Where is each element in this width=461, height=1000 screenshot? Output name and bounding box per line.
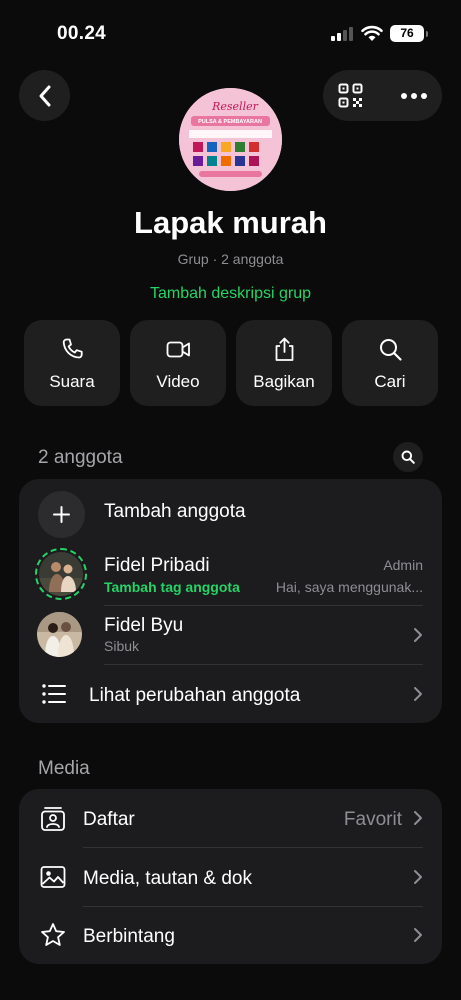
- member-name: Fidel Byu: [104, 615, 184, 636]
- view-member-changes-label: Lihat perubahan anggota: [89, 685, 301, 706]
- member-search-button[interactable]: [393, 442, 423, 472]
- media-section-title: Media: [38, 758, 90, 779]
- qr-code-icon[interactable]: [338, 83, 363, 108]
- search-icon: [380, 339, 402, 361]
- chevron-right-icon: [414, 811, 422, 825]
- cellular-signal-icon: [331, 27, 353, 41]
- video-call-button[interactable]: Video: [130, 320, 226, 406]
- media-card: Daftar Favorit Media, tautan & dok Berbi…: [19, 789, 442, 964]
- battery-level: 76: [400, 26, 414, 40]
- share-button[interactable]: Bagikan: [236, 320, 332, 406]
- share-label: Bagikan: [253, 372, 315, 391]
- members-section-title: 2 anggota: [38, 447, 123, 468]
- lists-row[interactable]: Daftar Favorit: [19, 789, 442, 847]
- member-status: Hai, saya menggunak...: [275, 579, 423, 595]
- chevron-right-icon: [414, 928, 422, 942]
- search-label: Cari: [374, 372, 406, 391]
- more-options-icon[interactable]: [400, 92, 428, 100]
- lists-value: Favorit: [343, 809, 402, 830]
- member-name: Fidel Pribadi: [104, 555, 210, 576]
- avatar: [37, 612, 82, 657]
- chevron-right-icon: [414, 687, 422, 701]
- search-button[interactable]: Cari: [342, 320, 438, 406]
- member-status: Sibuk: [104, 638, 140, 654]
- phone-icon: [62, 338, 83, 359]
- wifi-icon: [361, 25, 383, 41]
- avatar-subtitle: PULSA & PEMBAYARAN: [198, 119, 262, 125]
- media-links-docs-label: Media, tautan & dok: [83, 868, 252, 889]
- chevron-right-icon: [414, 870, 422, 884]
- video-call-label: Video: [156, 372, 200, 391]
- add-member-circle: [38, 491, 85, 538]
- group-avatar[interactable]: Reseller PULSA & PEMBAYARAN: [179, 88, 282, 191]
- member-row[interactable]: Fidel Pribadi Tambah tag anggota Admin H…: [19, 545, 442, 605]
- add-member-label: Tambah anggota: [104, 501, 246, 522]
- media-links-docs-row[interactable]: Media, tautan & dok: [19, 848, 442, 906]
- list-icon: [42, 684, 66, 704]
- search-icon: [401, 450, 415, 464]
- view-member-changes-row[interactable]: Lihat perubahan anggota: [19, 665, 442, 723]
- members-card: Tambah anggota Fidel Pribadi Tambah tag …: [19, 479, 442, 723]
- member-row[interactable]: Fidel Byu Sibuk: [19, 606, 442, 664]
- share-icon: [275, 337, 294, 361]
- chevron-left-icon: [39, 85, 50, 106]
- starred-row[interactable]: Berbintang: [19, 907, 442, 964]
- group-avatar-image: Reseller PULSA & PEMBAYARAN: [179, 88, 282, 191]
- add-description-link[interactable]: Tambah deskripsi grup: [0, 285, 461, 303]
- admin-badge: Admin: [383, 557, 423, 573]
- list-card-icon: [41, 807, 65, 831]
- action-buttons: Suara Video Bagikan Cari: [24, 320, 438, 406]
- member-tag-link[interactable]: Tambah tag anggota: [104, 579, 240, 595]
- group-meta: Grup · 2 anggota: [177, 251, 284, 267]
- voice-call-button[interactable]: Suara: [24, 320, 120, 406]
- lists-label: Daftar: [83, 809, 135, 830]
- image-icon: [40, 866, 66, 888]
- video-icon: [166, 341, 190, 358]
- voice-call-label: Suara: [49, 372, 95, 391]
- group-name: Lapak murah: [134, 205, 327, 240]
- add-member-row[interactable]: Tambah anggota: [19, 479, 442, 545]
- battery-indicator: 76: [390, 25, 428, 42]
- back-button[interactable]: [19, 70, 70, 121]
- star-icon: [41, 923, 65, 946]
- status-bar: 00.24 76: [0, 0, 461, 64]
- avatar-title: Reseller: [211, 100, 258, 113]
- plus-icon: [53, 506, 70, 523]
- starred-label: Berbintang: [83, 926, 175, 947]
- chevron-right-icon: [414, 628, 422, 642]
- status-time: 00.24: [57, 23, 107, 44]
- avatar: [39, 552, 83, 596]
